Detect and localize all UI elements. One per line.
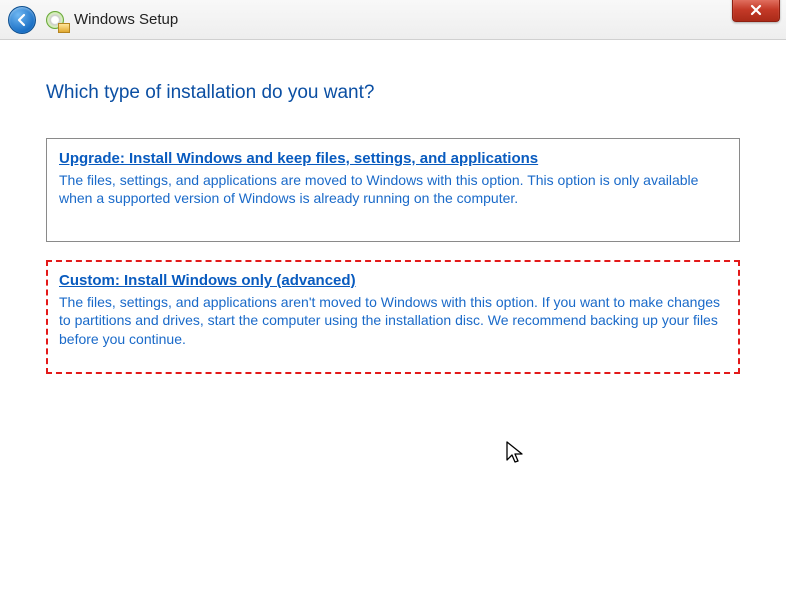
option-upgrade[interactable]: Upgrade: Install Windows and keep files,… [46,138,740,242]
option-custom-title: Custom: Install Windows only (advanced) [59,271,727,291]
close-button[interactable] [732,0,780,22]
close-icon [749,3,763,17]
option-custom-description: The files, settings, and applications ar… [59,293,727,350]
back-button[interactable] [8,6,36,34]
titlebar: Windows Setup [0,0,786,40]
content-area: Which type of installation do you want? … [0,40,786,374]
back-arrow-icon [14,12,30,28]
page-heading: Which type of installation do you want? [46,82,740,104]
option-upgrade-title: Upgrade: Install Windows and keep files,… [59,149,727,169]
window-title: Windows Setup [74,11,178,28]
windows-setup-icon [46,9,68,31]
mouse-cursor-icon [505,440,525,466]
option-upgrade-description: The files, settings, and applications ar… [59,171,727,209]
option-custom[interactable]: Custom: Install Windows only (advanced) … [46,260,740,374]
